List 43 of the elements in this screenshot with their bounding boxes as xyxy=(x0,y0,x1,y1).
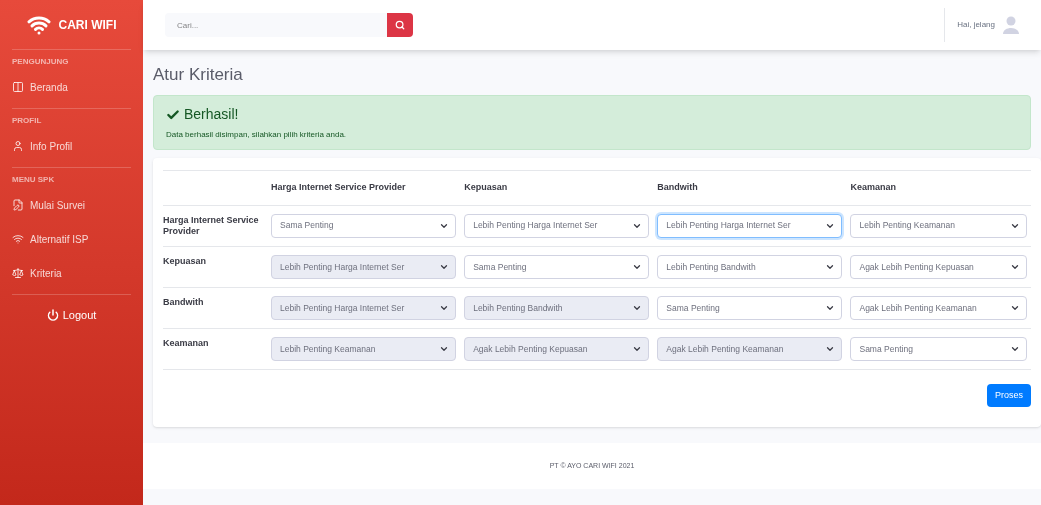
sidebar-item[interactable]: Alternatif ISP xyxy=(12,222,131,256)
select-field[interactable]: Agak Lebih Penting Keamanan xyxy=(850,296,1027,321)
select-field[interactable]: Lebih Penting Bandwith xyxy=(657,255,843,280)
sidebar-item[interactable]: Mulai Survei xyxy=(12,188,131,222)
sidebar-item[interactable]: Info Profil xyxy=(12,129,131,163)
scale-icon xyxy=(12,267,24,279)
row-header: Harga Internet Service Provider xyxy=(163,214,260,238)
select-field[interactable]: Sama Penting xyxy=(271,213,457,238)
column-header: Kepuasan xyxy=(464,182,508,193)
alert-message: Data berhasil disimpan, silahkan pilih kriteria anda. xyxy=(166,129,348,142)
select-field[interactable]: Lebih Penting Harga Internet Ser xyxy=(657,213,843,238)
select-field[interactable]: Lebih Penting Keamanan xyxy=(850,213,1027,238)
user-icon xyxy=(12,140,24,152)
search-field[interactable]: Cari... xyxy=(165,13,387,37)
row-header: Keamanan xyxy=(163,338,210,350)
section-heading: MENU SPK xyxy=(12,176,56,184)
document-pen-icon xyxy=(12,199,24,211)
logout-link[interactable]: Logout xyxy=(12,295,131,336)
power-icon xyxy=(46,309,59,322)
section-heading: PENGUNJUNG xyxy=(12,58,70,66)
user-greeting: Hai, jelang xyxy=(957,19,995,31)
select-field[interactable]: Sama Penting xyxy=(464,255,650,280)
select-field[interactable]: Sama Penting xyxy=(657,296,843,321)
row-header: Bandwith xyxy=(163,297,205,309)
select-field[interactable]: Lebih Penting Harga Internet Ser xyxy=(464,213,650,238)
section-heading: PROFIL xyxy=(12,117,43,125)
column-header: Keamanan xyxy=(850,182,896,193)
column-header: Harga Internet Service Provider xyxy=(271,182,406,193)
sidebar-item[interactable]: Beranda xyxy=(12,70,131,104)
wifi-icon xyxy=(12,233,24,245)
alert-title: Berhasil! xyxy=(184,105,239,125)
process-button[interactable]: Proses xyxy=(987,384,1031,408)
select-field[interactable]: Sama Penting xyxy=(850,337,1027,362)
row-header: Kepuasan xyxy=(163,256,207,268)
select-field[interactable]: Agak Lebih Penting Kepuasan xyxy=(850,255,1027,280)
sidebar-item[interactable]: Kriteria xyxy=(12,256,131,290)
page-title: Atur Kriteria xyxy=(153,64,244,86)
search-button[interactable] xyxy=(387,13,413,37)
search-icon xyxy=(395,20,405,30)
column-header: Bandwith xyxy=(657,182,698,193)
columns-icon xyxy=(12,81,24,93)
brand-name: CARI WIFI xyxy=(58,16,117,34)
check-icon xyxy=(166,107,180,122)
